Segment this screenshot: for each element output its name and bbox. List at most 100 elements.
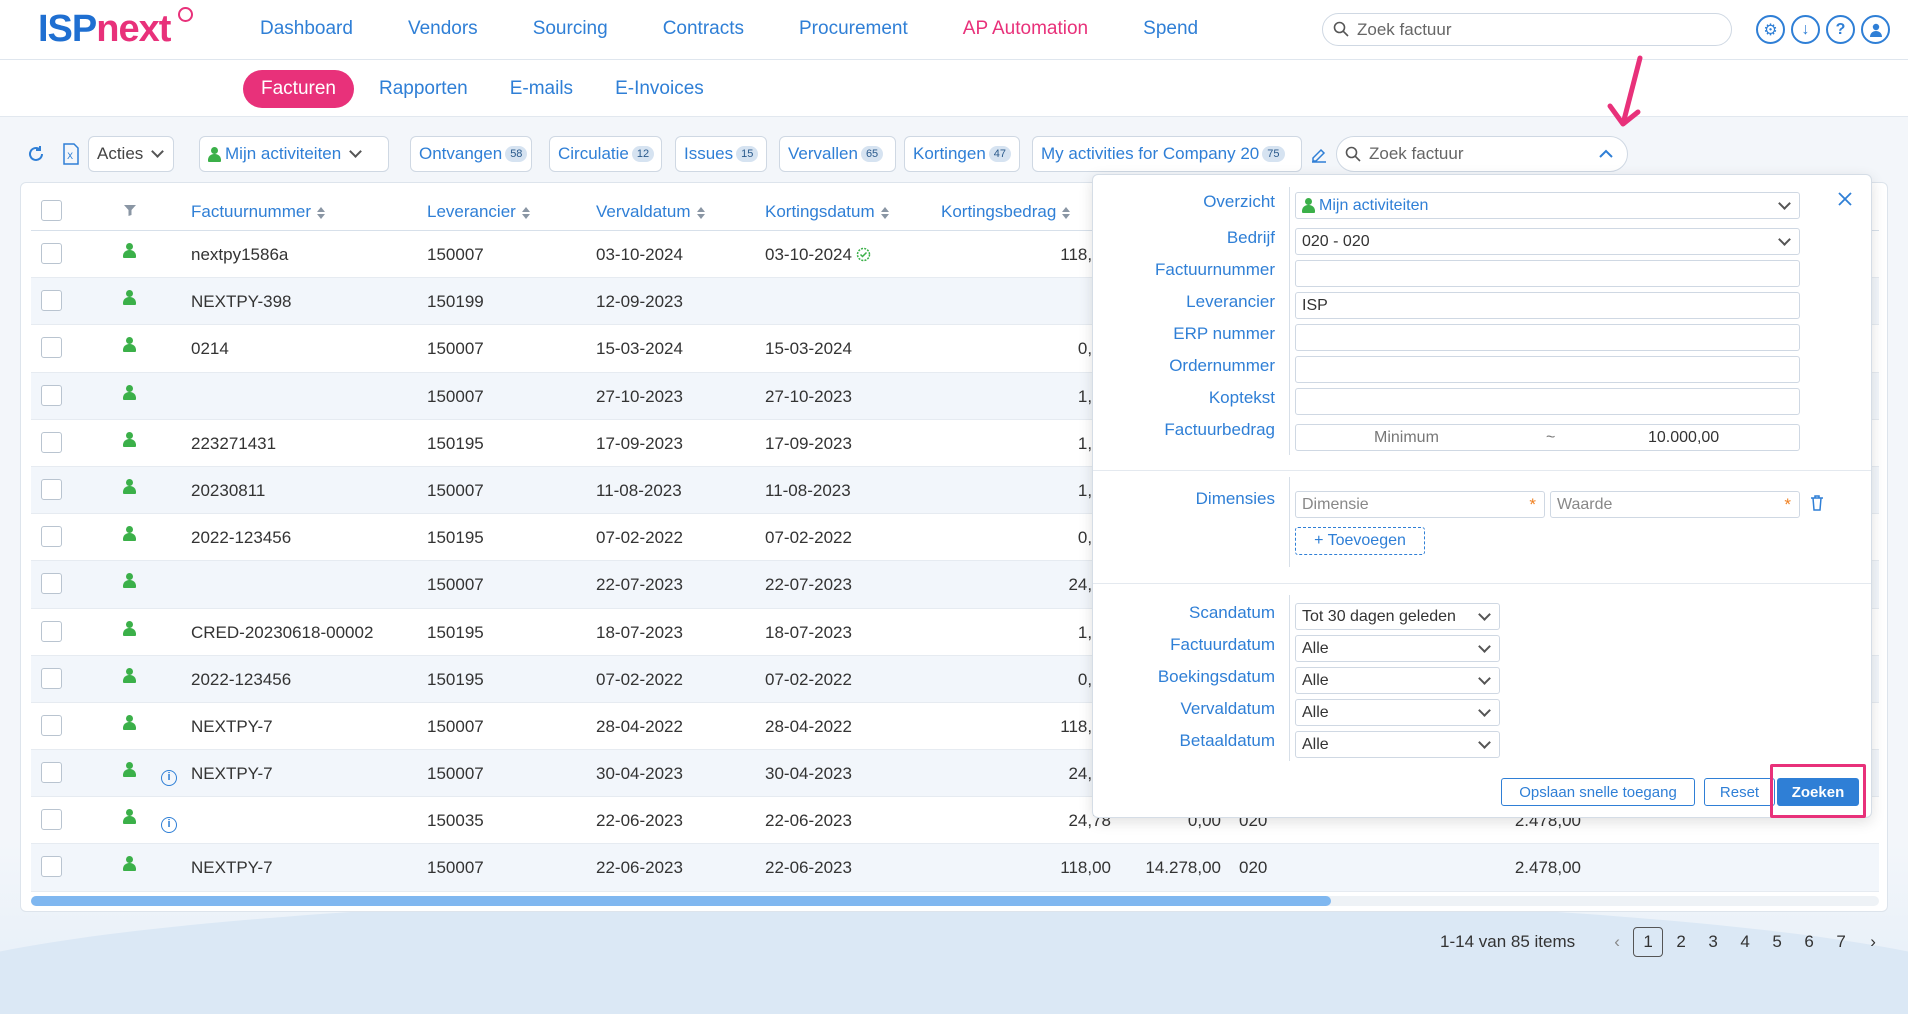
row-checkbox[interactable]	[41, 431, 62, 453]
column-header-kortingsbedrag[interactable]: Kortingsbedrag	[941, 202, 1071, 222]
select-all-checkbox[interactable]	[41, 200, 62, 221]
cell-factuurnummer[interactable]: 2022-123456	[191, 528, 291, 548]
row-checkbox[interactable]	[41, 856, 62, 878]
nav-ap-automation[interactable]: AP Automation	[963, 18, 1088, 40]
dimension-input[interactable]: Dimensie *	[1295, 491, 1545, 518]
row-checkbox[interactable]	[41, 809, 62, 831]
refresh-icon[interactable]	[26, 144, 46, 164]
user-avatar-icon[interactable]	[1861, 15, 1890, 44]
column-header-vervaldatum[interactable]: Vervaldatum	[596, 202, 705, 222]
row-checkbox[interactable]	[41, 620, 62, 642]
nav-procurement[interactable]: Procurement	[799, 18, 908, 40]
page-3-button[interactable]: 3	[1697, 932, 1729, 952]
prev-page-icon[interactable]: ‹	[1601, 932, 1633, 952]
pay-date-select[interactable]: Alle	[1295, 731, 1500, 758]
settings-gear-icon[interactable]: ⚙	[1756, 15, 1785, 44]
page-5-button[interactable]: 5	[1761, 932, 1793, 952]
cell-factuurnummer[interactable]: 0214	[191, 339, 229, 359]
global-search-input[interactable]: Zoek factuur	[1322, 13, 1732, 46]
close-icon[interactable]	[1837, 191, 1853, 207]
chip-issues[interactable]: Issues 15	[675, 136, 767, 172]
tab-e-invoices[interactable]: E-Invoices	[615, 78, 704, 100]
row-checkbox[interactable]	[41, 478, 62, 500]
page-4-button[interactable]: 4	[1729, 932, 1761, 952]
vendor-input[interactable]: ISP	[1295, 292, 1800, 319]
logo[interactable]: ISPnext	[38, 7, 193, 51]
nav-dashboard[interactable]: Dashboard	[260, 18, 353, 40]
excel-export-icon[interactable]: X	[62, 143, 80, 165]
cell-factuurnummer[interactable]: NEXTPY-7	[191, 717, 273, 737]
chip-my-activities-company[interactable]: My activities for Company 20 75	[1032, 136, 1302, 172]
trash-icon[interactable]	[1809, 494, 1825, 512]
row-checkbox[interactable]	[41, 384, 62, 406]
row-checkbox[interactable]	[41, 573, 62, 595]
cell-factuurnummer[interactable]: NEXTPY-7	[191, 858, 273, 878]
page-6-button[interactable]: 6	[1793, 932, 1825, 952]
scrollbar-thumb[interactable]	[31, 896, 1331, 906]
next-page-icon[interactable]: ›	[1857, 932, 1889, 952]
table-row[interactable]: NEXTPY-7 150007 22-06-2023 22-06-2023 118,00…	[31, 844, 1879, 892]
invoice-search-input[interactable]: Zoek factuur	[1336, 136, 1628, 172]
tab-e-mails[interactable]: E-mails	[510, 78, 573, 100]
page-7-button[interactable]: 7	[1825, 932, 1857, 952]
row-checkbox[interactable]	[41, 290, 62, 312]
chip-ontvangen[interactable]: Ontvangen 58	[410, 136, 532, 172]
nav-vendors[interactable]: Vendors	[408, 18, 478, 40]
overview-select[interactable]: Mijn activiteiten	[1295, 192, 1800, 219]
booking-date-select[interactable]: Alle	[1295, 667, 1500, 694]
row-checkbox[interactable]	[41, 526, 62, 548]
page-2-button[interactable]: 2	[1665, 932, 1697, 952]
info-icon[interactable]: i	[161, 770, 177, 787]
row-checkbox[interactable]	[41, 243, 62, 264]
chip-circulatie[interactable]: Circulatie 12	[549, 136, 662, 172]
edit-pencil-icon[interactable]	[1310, 145, 1328, 163]
cell-factuurnummer[interactable]: 223271431	[191, 434, 276, 454]
tab-rapporten[interactable]: Rapporten	[379, 78, 468, 100]
user-icon	[123, 526, 136, 542]
nav-spend[interactable]: Spend	[1143, 18, 1198, 40]
horizontal-scrollbar[interactable]	[31, 896, 1879, 906]
row-checkbox[interactable]	[41, 762, 62, 784]
chip-kortingen[interactable]: Kortingen 47	[904, 136, 1020, 172]
help-icon[interactable]: ?	[1826, 15, 1855, 44]
download-icon[interactable]: ↓	[1791, 15, 1820, 44]
company-select[interactable]: 020 - 020	[1295, 228, 1800, 255]
amount-min-input[interactable]: Minimum	[1374, 429, 1439, 447]
cell-factuurnummer[interactable]: NEXTPY-7	[191, 764, 273, 784]
page-1-button[interactable]: 1	[1633, 927, 1664, 957]
dimension-value-input[interactable]: Waarde *	[1550, 491, 1800, 518]
nav-contracts[interactable]: Contracts	[663, 18, 744, 40]
nav-sourcing[interactable]: Sourcing	[533, 18, 608, 40]
add-dimension-button[interactable]: + Toevoegen	[1295, 527, 1425, 555]
filter-icon[interactable]	[123, 204, 137, 217]
view-selector[interactable]: Mijn activiteiten	[199, 136, 389, 172]
chevron-up-icon[interactable]	[1599, 149, 1613, 159]
header-text-input[interactable]	[1295, 388, 1800, 415]
scan-date-select[interactable]: Tot 30 dagen geleden	[1295, 603, 1500, 630]
cell-factuurnummer[interactable]: nextpy1586a	[191, 245, 288, 265]
invoice-number-input[interactable]	[1295, 260, 1800, 287]
erp-number-input[interactable]	[1295, 324, 1800, 351]
due-date-select[interactable]: Alle	[1295, 699, 1500, 726]
column-header-leverancier[interactable]: Leverancier	[427, 202, 530, 222]
search-button[interactable]: Zoeken	[1777, 778, 1859, 806]
amount-max-input[interactable]: 10.000,00	[1648, 429, 1719, 447]
cell-factuurnummer[interactable]: 2022-123456	[191, 670, 291, 690]
column-header-factuurnummer[interactable]: Factuurnummer	[191, 202, 325, 222]
cell-leverancier: 150035	[427, 811, 484, 831]
actions-dropdown[interactable]: Acties	[88, 136, 174, 172]
cell-factuurnummer[interactable]: CRED-20230618-00002	[191, 623, 373, 643]
tab-facturen[interactable]: Facturen	[243, 70, 354, 108]
cell-factuurnummer[interactable]: 20230811	[191, 481, 265, 501]
row-checkbox[interactable]	[41, 337, 62, 359]
order-number-input[interactable]	[1295, 356, 1800, 383]
reset-button[interactable]: Reset	[1704, 778, 1775, 806]
column-header-kortingsdatum[interactable]: Kortingsdatum	[765, 202, 889, 222]
row-checkbox[interactable]	[41, 714, 62, 736]
row-checkbox[interactable]	[41, 667, 62, 689]
chip-vervallen[interactable]: Vervallen 65	[779, 136, 896, 172]
info-icon[interactable]: i	[161, 817, 177, 834]
save-quick-access-button[interactable]: Opslaan snelle toegang	[1501, 778, 1695, 806]
invoice-date-select[interactable]: Alle	[1295, 635, 1500, 662]
cell-factuurnummer[interactable]: NEXTPY-398	[191, 292, 291, 312]
